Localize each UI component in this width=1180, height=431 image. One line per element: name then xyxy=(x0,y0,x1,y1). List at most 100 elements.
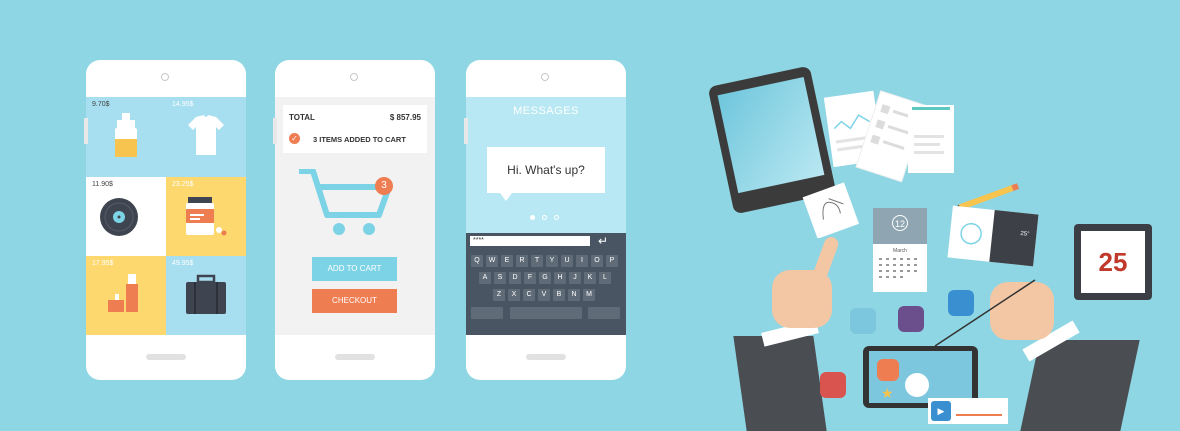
enter-key-icon[interactable]: ↵ xyxy=(598,234,608,248)
keyboard-key[interactable]: J xyxy=(569,272,581,284)
keyboard-key[interactable]: O xyxy=(591,255,603,267)
keyboard-key[interactable]: X xyxy=(508,289,520,301)
keyboard-key[interactable]: G xyxy=(539,272,551,284)
phone-shop: 9.70$ 14.95$ 11.90$ 23.25$ 17.95$ 49.95$ xyxy=(86,60,246,380)
keyboard-key[interactable]: R xyxy=(516,255,528,267)
phone-cart: TOTAL $ 857.95 ✓ 3 ITEMS ADDED TO CART 3… xyxy=(275,60,435,380)
play-icon[interactable]: ▶ xyxy=(931,401,951,421)
messages-screen: MESSAGES Hi. What's up? **** ↵ QWERTYUIO… xyxy=(466,97,626,335)
page-dot-active[interactable] xyxy=(530,215,535,220)
page-dots xyxy=(530,215,570,221)
home-button[interactable] xyxy=(146,354,186,360)
keyboard-key[interactable]: L xyxy=(599,272,611,284)
add-to-cart-button[interactable]: ADD TO CART xyxy=(312,257,397,281)
keyboard-key[interactable]: P xyxy=(606,255,618,267)
mail-app-icon[interactable] xyxy=(850,308,876,334)
keyboard-key[interactable]: M xyxy=(583,289,595,301)
calendar-grid xyxy=(879,258,917,278)
total-value: $ 857.95 xyxy=(389,113,421,122)
eye-app-icon[interactable] xyxy=(877,359,899,381)
weather-card: 25° xyxy=(947,205,1039,267)
big-calendar-icon: 25 xyxy=(1074,224,1152,300)
keyboard-key[interactable]: Q xyxy=(471,255,483,267)
keyboard-key[interactable]: U xyxy=(561,255,573,267)
keyboard-key[interactable]: K xyxy=(584,272,596,284)
messages-title: MESSAGES xyxy=(513,105,579,117)
keyboard-key[interactable]: D xyxy=(509,272,521,284)
keyboard-key[interactable]: Y xyxy=(546,255,558,267)
side-button xyxy=(273,118,277,144)
product-tile[interactable]: 23.25$ xyxy=(166,177,246,256)
camera-icon xyxy=(541,73,549,81)
jar-icon xyxy=(186,197,227,236)
home-button[interactable] xyxy=(335,354,375,360)
mode-key[interactable] xyxy=(471,307,503,319)
keyboard: **** ↵ QWERTYUIOP ASDFGHJKL ZXCVBNM xyxy=(466,233,626,335)
product-tile[interactable]: 9.70$ xyxy=(86,97,166,177)
keyboard-key[interactable]: Z xyxy=(493,289,505,301)
keyboard-key[interactable]: S xyxy=(494,272,506,284)
cart-screen: TOTAL $ 857.95 ✓ 3 ITEMS ADDED TO CART 3… xyxy=(275,97,435,335)
side-button xyxy=(84,118,88,144)
product-tile[interactable]: 49.95$ xyxy=(166,256,246,335)
calendar-day-number: 12 xyxy=(892,215,908,231)
product-tile[interactable]: 17.95$ xyxy=(86,256,166,335)
soap-bottle-icon xyxy=(115,113,137,157)
page-dot[interactable] xyxy=(554,215,559,220)
keyboard-key[interactable]: T xyxy=(531,255,543,267)
total-label: TOTAL xyxy=(289,113,315,122)
bubble-tail xyxy=(500,193,512,201)
keyboard-key[interactable]: A xyxy=(479,272,491,284)
keyboard-key[interactable]: N xyxy=(568,289,580,301)
space-key[interactable] xyxy=(510,307,582,319)
sketch-card-icon xyxy=(802,182,860,238)
game-app-icon[interactable] xyxy=(820,372,846,398)
big-calendar-page: 25 xyxy=(1081,231,1145,293)
keyboard-key[interactable]: E xyxy=(501,255,513,267)
left-finger xyxy=(809,235,841,287)
tablet-screen xyxy=(717,77,825,194)
tshirt-icon xyxy=(188,115,224,155)
gauge-app-icon[interactable] xyxy=(948,290,974,316)
camera-lens-icon[interactable] xyxy=(905,373,929,397)
phone-messages: MESSAGES Hi. What's up? **** ↵ QWERTYUIO… xyxy=(466,60,626,380)
vinyl-record-icon xyxy=(100,198,138,236)
star-icon: ★ xyxy=(881,385,894,401)
cart-badge: 3 xyxy=(375,177,393,195)
product-tile[interactable]: 11.90$ xyxy=(86,177,166,256)
weather-temp: 25° xyxy=(1020,230,1030,238)
weather-panel xyxy=(989,210,1039,267)
keyboard-key[interactable]: C xyxy=(523,289,535,301)
message-bubble: Hi. What's up? xyxy=(487,147,605,193)
stylus-line xyxy=(934,279,1036,347)
usb-drive-icon xyxy=(108,274,138,312)
home-button[interactable] xyxy=(526,354,566,360)
product-grid: 9.70$ 14.95$ 11.90$ 23.25$ 17.95$ 49.95$ xyxy=(86,97,246,335)
check-icon: ✓ xyxy=(289,133,300,144)
total-box: TOTAL $ 857.95 ✓ 3 ITEMS ADDED TO CART xyxy=(283,105,427,153)
product-tile[interactable]: 14.95$ xyxy=(166,97,246,177)
camera-icon xyxy=(350,73,358,81)
progress-bar[interactable] xyxy=(956,414,1002,416)
page-dot[interactable] xyxy=(542,215,547,220)
keyboard-key[interactable]: I xyxy=(576,255,588,267)
keyboard-key[interactable]: W xyxy=(486,255,498,267)
big-calendar-day: 25 xyxy=(1098,247,1128,277)
keyboard-key[interactable]: H xyxy=(554,272,566,284)
checkout-button[interactable]: CHECKOUT xyxy=(312,289,397,313)
briefcase-icon xyxy=(186,274,226,314)
calendar-widget: 12 March xyxy=(873,208,927,292)
target-app-icon[interactable] xyxy=(898,306,924,332)
calendar-widget-header: 12 xyxy=(873,208,927,244)
keyboard-key[interactable]: B xyxy=(553,289,565,301)
keyboard-key[interactable]: F xyxy=(524,272,536,284)
media-player-card: ▶ xyxy=(928,398,1008,424)
left-sleeve xyxy=(733,336,827,431)
clock-icon xyxy=(960,222,982,245)
keyboard-key[interactable]: V xyxy=(538,289,550,301)
side-button xyxy=(464,118,468,144)
message-input[interactable]: **** xyxy=(470,236,590,246)
small-tablet-screen: ★ xyxy=(869,351,972,403)
camera-icon xyxy=(161,73,169,81)
return-key[interactable] xyxy=(588,307,620,319)
